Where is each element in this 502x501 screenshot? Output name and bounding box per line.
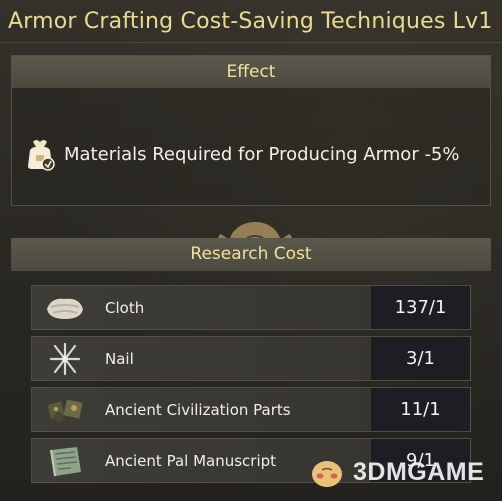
cloth-icon [41, 289, 89, 327]
ancient-civilization-parts-icon [41, 391, 89, 429]
cost-row-ancient-civilization-parts: Ancient Civilization Parts 11/1 [31, 387, 471, 432]
watermark-mascot-icon [312, 461, 342, 487]
page-title: Armor Crafting Cost-Saving Techniques Lv… [8, 9, 493, 34]
cost-item-count: 137/1 [371, 286, 470, 329]
nail-icon [41, 340, 89, 378]
material-bag-icon [24, 136, 56, 172]
effect-heading: Effect [12, 56, 490, 88]
watermark-text: 3DMGAME [353, 457, 485, 486]
research-cost-heading: Research Cost [11, 238, 491, 271]
cost-item-name: Cloth [105, 298, 145, 317]
effect-panel: Effect Materials Required for Producing … [11, 55, 491, 206]
cost-item-count: 11/1 [371, 388, 470, 431]
effect-row: Materials Required for Producing Armor -… [24, 134, 482, 174]
cost-row-nail: Nail 3/1 [31, 336, 471, 381]
cost-item-name: Nail [105, 349, 134, 368]
title-divider [0, 42, 502, 43]
cost-row-cloth: Cloth 137/1 [31, 285, 471, 330]
effect-description: Materials Required for Producing Armor -… [64, 143, 460, 165]
cost-item-name: Ancient Civilization Parts [105, 400, 291, 419]
cost-item-count: 3/1 [371, 337, 470, 380]
ancient-pal-manuscript-icon [41, 442, 89, 480]
site-watermark: 3DMGAME [307, 448, 497, 496]
